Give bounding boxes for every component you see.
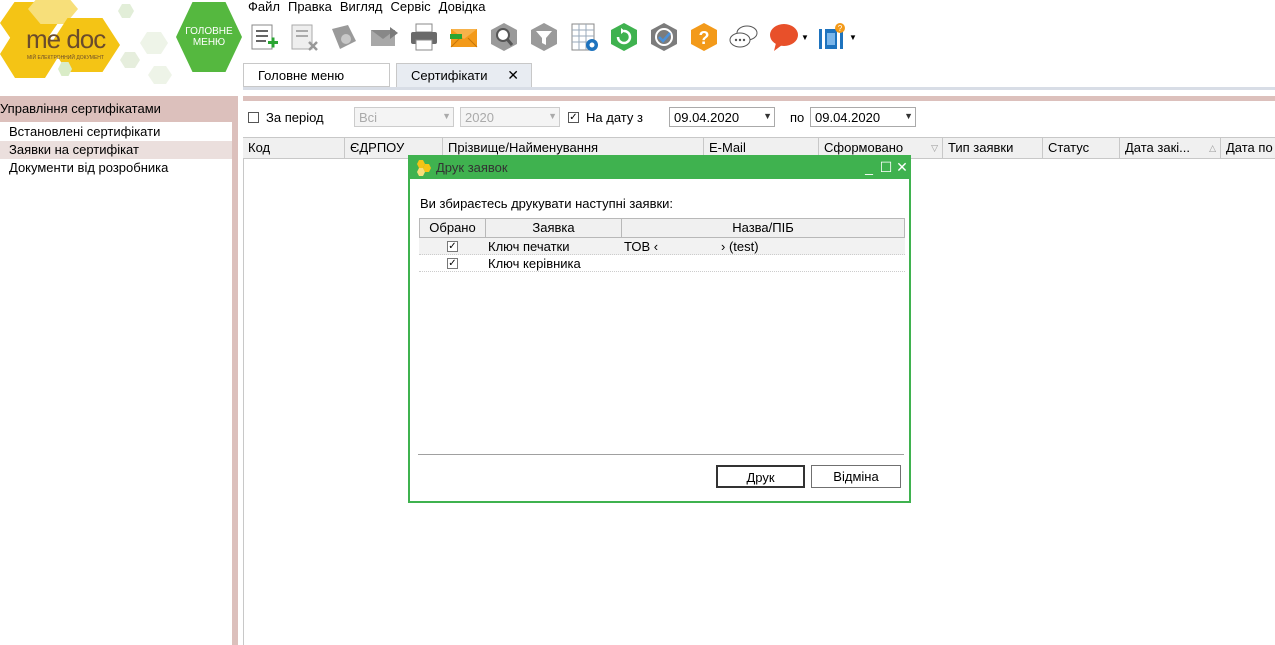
cancel-button[interactable]: Відміна	[811, 465, 901, 488]
period-select-value: Всі	[359, 110, 378, 125]
mail-icon[interactable]	[447, 20, 481, 54]
certificate-icon[interactable]	[327, 20, 361, 54]
column-end-date[interactable]: Дата закі... △	[1120, 138, 1221, 158]
menu-help[interactable]: Довідка	[439, 0, 486, 14]
on-date-label: На дату з	[586, 110, 643, 125]
tab-certificates[interactable]: Сертифікати ✕	[396, 63, 532, 87]
date-to-picker[interactable]: 09.04.2020 ▼	[810, 107, 916, 127]
column-date-to[interactable]: Дата по	[1221, 138, 1275, 158]
maximize-icon[interactable]: ☐	[878, 159, 894, 175]
dialog-separator	[418, 454, 904, 455]
print-requests-dialog: Друк заявок _ ☐ ✕ Ви збираєтесь друкуват…	[408, 155, 911, 503]
minimize-icon[interactable]: _	[861, 159, 877, 175]
row-request: Ключ печатки	[488, 239, 570, 254]
sidebar: Управління сертифікатами Встановлені сер…	[0, 96, 238, 645]
chevron-down-icon: ▼	[442, 111, 451, 121]
row-name-prefix: ТОВ ‹	[624, 239, 659, 254]
search-certificate-icon[interactable]	[487, 20, 521, 54]
date-from-value: 09.04.2020	[674, 110, 740, 125]
tab-bar: Головне меню Сертифікати ✕	[243, 63, 1275, 91]
sidebar-splitter[interactable]	[232, 96, 238, 645]
logo-subtitle: МІЙ ЕЛЕКТРОННИЙ ДОКУМЕНТ	[27, 55, 104, 61]
column-code[interactable]: Код	[243, 138, 345, 158]
dialog-titlebar[interactable]: Друк заявок _ ☐ ✕	[410, 157, 909, 179]
year-select-value: 2020	[465, 110, 494, 125]
chevron-down-icon: ▼	[548, 111, 557, 121]
menu-service[interactable]: Сервіс	[391, 0, 431, 14]
close-tab-icon[interactable]: ✕	[507, 67, 519, 84]
column-end-date-label: Дата закі...	[1125, 140, 1190, 155]
on-date-checkbox[interactable]: ✓	[568, 112, 579, 123]
medoc-logo: me doc МІЙ ЕЛЕКТРОННИЙ ДОКУМЕНТ	[0, 0, 175, 90]
print-icon[interactable]	[407, 20, 441, 54]
menu-edit[interactable]: Правка	[288, 0, 332, 14]
send-icon[interactable]	[367, 20, 401, 54]
add-document-icon[interactable]	[247, 20, 281, 54]
message-icon[interactable]	[767, 20, 801, 54]
honeycomb-icon	[417, 160, 431, 176]
help-icon[interactable]: ?	[687, 20, 721, 54]
toolbar: ? ▼ ? ▼	[247, 20, 857, 54]
verify-icon[interactable]	[647, 20, 681, 54]
column-created-label: Сформовано	[824, 140, 904, 155]
sort-icon: ▽	[931, 143, 938, 153]
period-select[interactable]: Всі ▼	[354, 107, 454, 127]
table-row[interactable]: ✓ Ключ керівника	[419, 255, 905, 272]
period-checkbox[interactable]	[248, 112, 259, 123]
sidebar-title: Управління сертифікатами	[0, 96, 232, 122]
delete-document-icon[interactable]	[287, 20, 321, 54]
print-button-label: Друк	[746, 470, 775, 485]
row-select-checkbox[interactable]: ✓	[447, 241, 458, 252]
message-dropdown-icon[interactable]: ▼	[801, 20, 809, 54]
home-menu-button[interactable]: ГОЛОВНЕ МЕНЮ	[176, 2, 242, 72]
date-from-picker[interactable]: 09.04.2020 ▼	[669, 107, 775, 127]
date-to-value: 09.04.2020	[815, 110, 881, 125]
print-button[interactable]: Друк	[716, 465, 805, 488]
column-request-type[interactable]: Тип заявки	[943, 138, 1043, 158]
menu-view[interactable]: Вигляд	[340, 0, 383, 14]
filter-bar: За період Всі ▼ 2020 ▼ ✓ На дату з 09.04…	[243, 104, 1275, 132]
filter-icon[interactable]	[527, 20, 561, 54]
menu-file[interactable]: Файл	[248, 0, 280, 14]
column-request[interactable]: Заявка	[485, 218, 622, 238]
close-icon[interactable]: ✕	[894, 159, 910, 175]
sidebar-item-certificate-requests[interactable]: Заявки на сертифікат	[0, 141, 232, 159]
video-icon[interactable]: ?	[815, 20, 849, 54]
column-selected[interactable]: Обрано	[419, 218, 486, 238]
chat-icon[interactable]	[727, 20, 761, 54]
tab-main-menu[interactable]: Головне меню	[243, 63, 390, 87]
cancel-button-label: Відміна	[833, 469, 879, 484]
year-select[interactable]: 2020 ▼	[460, 107, 560, 127]
tab-certificates-label: Сертифікати	[411, 68, 488, 83]
svg-text:?: ?	[838, 24, 843, 33]
column-title-name[interactable]: Назва/ПІБ	[621, 218, 905, 238]
menu-bar: Файл Правка Вигляд Сервіс Довідка	[248, 0, 485, 14]
tab-underline	[243, 87, 1275, 90]
to-label: по	[790, 110, 805, 125]
row-request: Ключ керівника	[488, 256, 581, 271]
table-settings-icon[interactable]	[567, 20, 601, 54]
video-dropdown-icon[interactable]: ▼	[849, 20, 857, 54]
row-name-suffix: › (test)	[721, 239, 759, 254]
sidebar-item-developer-documents[interactable]: Документи від розробника	[0, 159, 232, 177]
tab-main-menu-label: Головне меню	[258, 68, 345, 83]
svg-text:?: ?	[699, 28, 710, 48]
period-label: За період	[266, 110, 324, 125]
dialog-title: Друк заявок	[436, 160, 508, 175]
panel-header-bar	[243, 96, 1275, 101]
refresh-icon[interactable]	[607, 20, 641, 54]
column-status[interactable]: Статус	[1043, 138, 1120, 158]
logo-text: me doc	[26, 24, 106, 54]
sidebar-item-installed-certificates[interactable]: Встановлені сертифікати	[0, 123, 232, 141]
dialog-message: Ви збираєтесь друкувати наступні заявки:	[420, 196, 674, 211]
sort-asc-icon: △	[1209, 143, 1216, 153]
table-row[interactable]: ✓ Ключ печатки ТОВ ‹ › (test)	[419, 238, 905, 255]
row-select-checkbox[interactable]: ✓	[447, 258, 458, 269]
chevron-down-icon: ▼	[904, 111, 913, 121]
chevron-down-icon: ▼	[763, 111, 772, 121]
